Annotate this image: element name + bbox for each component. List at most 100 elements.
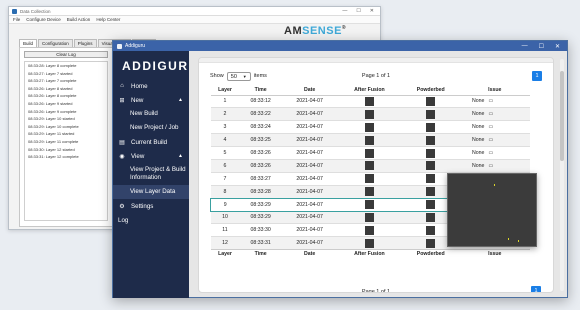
cell-powderbed[interactable] — [401, 133, 461, 147]
sidebar-item-new-project[interactable]: New Project / Job — [113, 121, 189, 135]
minimize-button[interactable]: — — [342, 8, 347, 14]
after-fusion-thumbnail[interactable] — [364, 96, 374, 106]
comment-icon[interactable]: ▭ — [488, 163, 493, 169]
cell-powderbed[interactable] — [401, 94, 461, 108]
maximize-button[interactable]: ☐ — [356, 8, 360, 14]
table-row[interactable]: 1 08:33:12 2021-04-07 None ▭ — [210, 94, 530, 108]
cell-after-fusion[interactable] — [337, 236, 402, 250]
sidebar-item-log[interactable]: Log — [113, 213, 189, 227]
comment-icon[interactable]: ▭ — [488, 124, 493, 130]
menu-help-center[interactable]: Help Center — [96, 17, 120, 22]
after-fusion-thumbnail[interactable] — [364, 135, 374, 145]
comment-icon[interactable]: ▭ — [488, 150, 493, 156]
sidebar-item-view-layer-data[interactable]: View Layer Data — [113, 185, 189, 199]
cell-layer: 2 — [210, 107, 240, 121]
after-fusion-thumbnail[interactable] — [364, 148, 374, 158]
cell-after-fusion[interactable] — [337, 171, 402, 186]
header-layer[interactable]: Layer — [210, 86, 240, 96]
entries-select[interactable]: 50 ▼ — [226, 71, 251, 81]
menu-configure-device[interactable]: Configure Device — [26, 17, 61, 22]
cell-layer: 10 — [210, 210, 240, 224]
sidebar-item-view-project[interactable]: View Project & Build Information — [113, 163, 189, 185]
cell-layer: 4 — [210, 133, 240, 147]
powderbed-thumbnail[interactable] — [426, 109, 436, 119]
sidebar-item-settings[interactable]: ⚙ Settings — [113, 199, 189, 213]
powderbed-thumbnail[interactable] — [426, 122, 436, 132]
clear-log-button[interactable]: Clear Log — [24, 51, 108, 58]
header-issue[interactable]: Issue — [460, 86, 530, 96]
table-row[interactable]: 2 08:33:22 2021-04-07 None ▭ — [210, 107, 530, 121]
powderbed-thumbnail[interactable] — [426, 161, 436, 171]
after-fusion-thumbnail[interactable] — [364, 200, 374, 210]
close-button[interactable]: ✕ — [555, 43, 560, 50]
cell-powderbed[interactable] — [401, 146, 461, 160]
after-fusion-thumbnail[interactable] — [364, 187, 374, 197]
cell-time: 08:33:31 — [239, 236, 282, 250]
tab-configuration[interactable]: Configuration — [38, 39, 73, 47]
cell-after-fusion[interactable] — [337, 107, 402, 121]
sidebar-item-label: Home — [131, 82, 148, 90]
cell-after-fusion[interactable] — [337, 120, 402, 134]
vertical-scrollbar[interactable] — [560, 59, 564, 291]
sidebar-item-new-build[interactable]: New Build — [113, 107, 189, 121]
sidebar-item-current-build[interactable]: ▤ Current Build — [113, 135, 189, 149]
menu-build-action[interactable]: Build Action — [67, 17, 91, 22]
after-fusion-thumbnail[interactable] — [364, 122, 374, 132]
addiguru-window[interactable]: Addiguru — ☐ ✕ ADDIGURU ⌂ Home ⊞ New ▲ N… — [112, 40, 568, 298]
page-button[interactable]: 1 — [532, 71, 542, 81]
comment-icon[interactable]: ▭ — [488, 111, 493, 117]
after-fusion-thumbnail[interactable] — [364, 174, 374, 184]
sidebar-item-new[interactable]: ⊞ New ▲ — [113, 93, 189, 107]
sidebar-item-view[interactable]: ◉ View ▲ — [113, 149, 189, 163]
comment-icon[interactable]: ▭ — [488, 98, 493, 104]
cell-layer: 1 — [210, 94, 240, 108]
cell-after-fusion[interactable] — [337, 210, 402, 224]
defect-marker — [508, 238, 509, 240]
powderbed-thumbnail[interactable] — [426, 200, 436, 210]
cell-after-fusion[interactable] — [337, 133, 402, 147]
powderbed-thumbnail[interactable] — [426, 148, 436, 158]
tab-build[interactable]: Build — [19, 39, 38, 47]
after-fusion-thumbnail[interactable] — [364, 238, 374, 248]
table-controls-top: Show 50 ▼ items Page 1 of 1 1 — [210, 70, 542, 82]
after-fusion-thumbnail[interactable] — [364, 161, 374, 171]
maximize-button[interactable]: ☐ — [539, 43, 544, 50]
table-row[interactable]: 6 08:33:26 2021-04-07 None ▭ — [210, 158, 530, 173]
cell-after-fusion[interactable] — [337, 223, 402, 237]
powderbed-thumbnail[interactable] — [426, 135, 436, 145]
close-button[interactable]: ✕ — [370, 8, 374, 14]
table-row[interactable]: 4 08:33:25 2021-04-07 None ▭ — [210, 133, 530, 147]
cell-powderbed[interactable] — [401, 120, 461, 134]
page-button-bottom[interactable]: 1 — [531, 286, 541, 292]
after-fusion-thumbnail[interactable] — [364, 109, 374, 119]
header-time[interactable]: Time — [239, 86, 282, 96]
cell-after-fusion[interactable] — [337, 158, 402, 173]
header-date[interactable]: Date — [281, 86, 338, 96]
powderbed-thumbnail[interactable] — [426, 212, 436, 222]
powderbed-thumbnail[interactable] — [426, 225, 436, 235]
cell-after-fusion[interactable] — [337, 94, 402, 108]
log-list[interactable]: 08:33:28: Layer 8 complete 08:33:27: Lay… — [24, 61, 108, 221]
scrollbar-thumb[interactable] — [560, 71, 564, 161]
sidebar-item-home[interactable]: ⌂ Home — [113, 79, 189, 93]
cell-powderbed[interactable] — [401, 107, 461, 121]
minimize-button[interactable]: — — [522, 43, 528, 50]
table-row[interactable]: 3 08:33:24 2021-04-07 None ▭ — [210, 120, 530, 134]
cell-after-fusion[interactable] — [337, 197, 402, 212]
menu-file[interactable]: File — [13, 17, 20, 22]
cell-after-fusion[interactable] — [337, 146, 402, 160]
cell-time: 08:33:25 — [239, 133, 282, 147]
powderbed-thumbnail[interactable] — [426, 96, 436, 106]
powderbed-thumbnail[interactable] — [426, 238, 436, 248]
after-fusion-thumbnail[interactable] — [364, 212, 374, 222]
tab-plugins[interactable]: Plugins — [73, 39, 97, 47]
cell-after-fusion[interactable] — [337, 184, 402, 199]
header-powderbed[interactable]: Powderbed — [401, 86, 461, 96]
powderbed-thumbnail[interactable] — [426, 174, 436, 184]
comment-icon[interactable]: ▭ — [488, 137, 493, 143]
header-after-fusion[interactable]: After Fusion — [337, 86, 402, 96]
cell-powderbed[interactable] — [401, 158, 461, 173]
powderbed-thumbnail[interactable] — [426, 187, 436, 197]
table-row[interactable]: 5 08:33:26 2021-04-07 None ▭ — [210, 146, 530, 160]
after-fusion-thumbnail[interactable] — [364, 225, 374, 235]
